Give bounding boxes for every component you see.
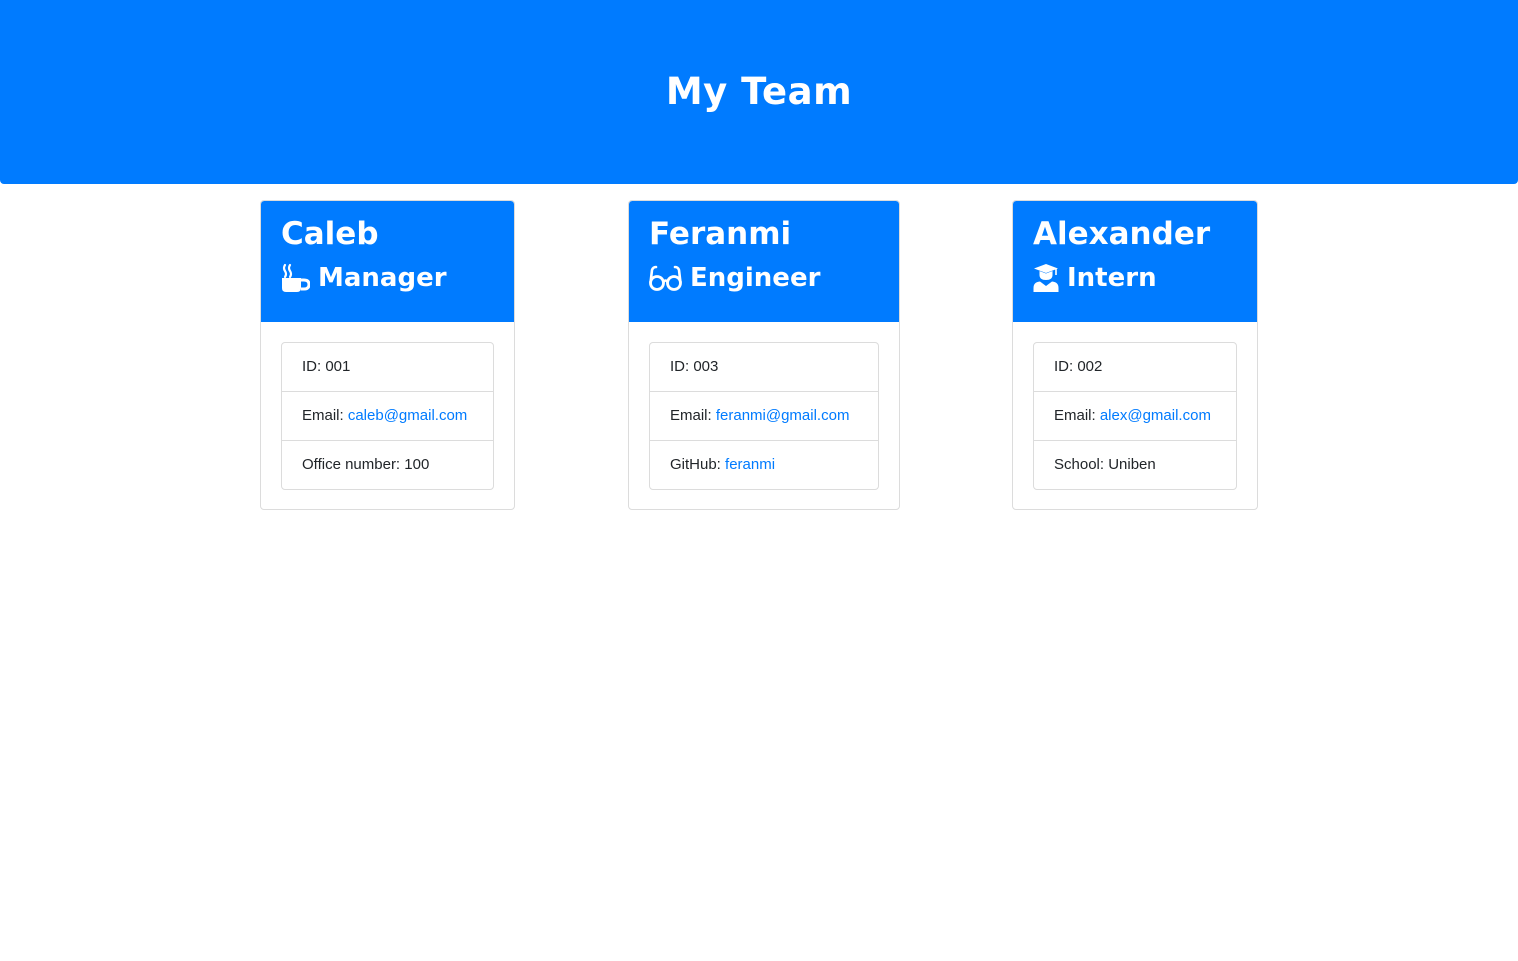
role-label: Manager [318, 263, 447, 293]
office-number-label: Office number: [302, 456, 405, 473]
id-value: 001 [325, 358, 351, 375]
github-label: GitHub: [670, 456, 726, 473]
employee-name: Feranmi [649, 216, 792, 252]
card-body: ID: 002 Email: alex@gmail.com School: Un… [1013, 322, 1257, 509]
email-link[interactable]: alex@gmail.com [1100, 407, 1211, 424]
employee-card-intern: Alexander Intern ID: 002 Email: alex@gma… [1012, 200, 1258, 510]
employee-name: Alexander [1033, 216, 1211, 252]
office-number-value: 100 [404, 456, 430, 473]
email-link[interactable]: caleb@gmail.com [348, 407, 467, 424]
id-value: 002 [1077, 358, 1103, 375]
id-item: ID: 001 [282, 343, 493, 391]
school-item: School: Uniben [1034, 440, 1236, 489]
page-header: My Team [0, 0, 1518, 184]
school-label: School: [1054, 456, 1109, 473]
employee-role: Manager [281, 262, 494, 294]
email-label: Email: [302, 407, 348, 424]
id-item: ID: 002 [1034, 343, 1236, 391]
card-body: ID: 003 Email: feranmi@gmail.com GitHub:… [629, 322, 899, 509]
id-label: ID: [670, 358, 694, 375]
employee-name: Caleb [281, 216, 379, 252]
details-list: ID: 003 Email: feranmi@gmail.com GitHub:… [649, 342, 879, 490]
id-item: ID: 003 [650, 343, 878, 391]
employee-card-manager: Caleb Manager ID: 001 Email: caleb@gmail… [260, 200, 515, 510]
graduate-icon [1033, 263, 1059, 293]
details-list: ID: 001 Email: caleb@gmail.com Office nu… [281, 342, 494, 490]
role-label: Intern [1067, 263, 1157, 293]
id-label: ID: [1054, 358, 1078, 375]
details-list: ID: 002 Email: alex@gmail.com School: Un… [1033, 342, 1237, 490]
github-link[interactable]: feranmi [725, 456, 775, 473]
card-body: ID: 001 Email: caleb@gmail.com Office nu… [261, 322, 514, 509]
school-value: Uniben [1108, 456, 1156, 473]
employee-card-engineer: Feranmi Engineer ID: 003 Email: feranmi@… [628, 200, 900, 510]
email-item: Email: feranmi@gmail.com [650, 391, 878, 440]
github-item: GitHub: feranmi [650, 440, 878, 489]
glasses-icon [649, 264, 682, 292]
email-link[interactable]: feranmi@gmail.com [716, 407, 850, 424]
id-label: ID: [302, 358, 326, 375]
id-value: 003 [693, 358, 719, 375]
card-header: Feranmi Engineer [629, 201, 899, 322]
mug-icon [281, 263, 310, 293]
email-label: Email: [670, 407, 716, 424]
page-title: My Team [665, 69, 853, 113]
office-number-item: Office number: 100 [282, 440, 493, 489]
employee-role: Engineer [649, 262, 879, 294]
card-header: Caleb Manager [261, 201, 514, 322]
card-header: Alexander Intern [1013, 201, 1257, 322]
email-label: Email: [1054, 407, 1100, 424]
email-item: Email: caleb@gmail.com [282, 391, 493, 440]
role-label: Engineer [690, 263, 821, 293]
employee-role: Intern [1033, 262, 1237, 294]
email-item: Email: alex@gmail.com [1034, 391, 1236, 440]
